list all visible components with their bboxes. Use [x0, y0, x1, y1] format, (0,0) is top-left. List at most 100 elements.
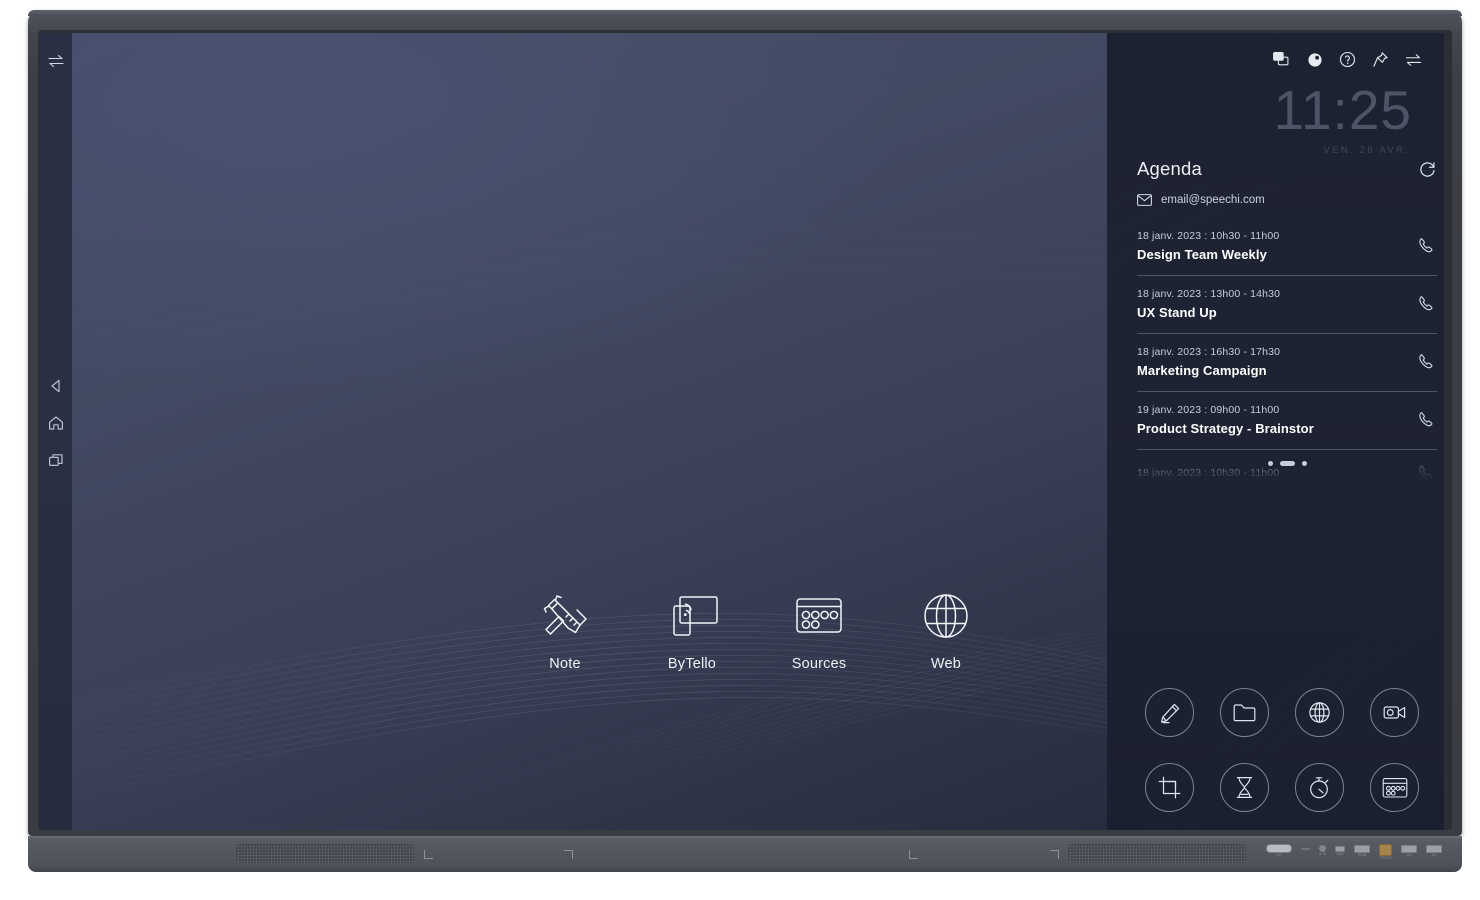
agenda-event-row[interactable]: 18 janv. 2023 : 16h30 - 17h30 Marketing … — [1137, 334, 1437, 392]
app-shortcut-note[interactable]: Note — [530, 588, 600, 672]
refresh-icon[interactable] — [1418, 160, 1437, 179]
agenda-event-row[interactable]: 18 janv. 2023 : 13h00 - 14h30 UX Stand U… — [1137, 276, 1437, 334]
left-navigation-rail — [40, 33, 72, 830]
interactive-display-device: 11:25 VEN. 28 AVR. Agenda email@speechi.… — [28, 10, 1462, 872]
pagination-dot[interactable] — [1301, 461, 1307, 466]
power-port-icon — [1266, 844, 1292, 853]
status-bar — [1273, 51, 1422, 68]
video-camera-icon — [1382, 700, 1407, 725]
bezel-bracket-mark — [1050, 850, 1059, 859]
phone-icon[interactable] — [1415, 409, 1437, 431]
clock-widget: 11:25 VEN. 28 AVR. — [1178, 79, 1418, 157]
app-shortcut-bytello[interactable]: ByTello — [657, 588, 727, 672]
globe-icon — [1307, 700, 1332, 725]
event-title: UX Stand Up — [1137, 305, 1217, 320]
port-label: USB — [1336, 852, 1344, 856]
port-panel: PC A-IN USB HDMI TOUCH U1 U2 — [1266, 844, 1443, 866]
agenda-widget: Agenda email@speechi.com 18 janv. 2023:… — [1137, 158, 1437, 488]
globe-icon — [918, 588, 974, 644]
touch-port: TOUCH — [1379, 844, 1393, 860]
app-shortcut-row: Note ByTello Sources Web — [530, 588, 981, 672]
usb-port-icon — [1401, 845, 1418, 853]
usb-a-port-2: U2 — [1426, 844, 1443, 857]
hdmi-port: HDMI — [1354, 844, 1371, 857]
browser-tool[interactable] — [1295, 688, 1344, 737]
bezel-bracket-mark — [424, 850, 433, 859]
sources-panel-icon — [791, 588, 847, 644]
swap-arrows-icon[interactable] — [1405, 51, 1422, 68]
record-tool[interactable] — [1370, 688, 1419, 737]
app-shortcut-sources[interactable]: Sources — [784, 588, 854, 672]
agenda-event-row[interactable]: 18 janv. 2023 : 10h30 - 11h00 — [1137, 450, 1437, 488]
power-port: PC — [1266, 844, 1292, 857]
agenda-title: Agenda — [1137, 158, 1202, 179]
usb-a-port-1: U1 — [1401, 844, 1418, 857]
phone-icon[interactable] — [1415, 293, 1437, 315]
touch-port-icon — [1379, 844, 1393, 856]
hdmi-port-icon — [1354, 845, 1371, 853]
pen-ruler-icon — [537, 588, 593, 644]
event-title: Product Strategy - Brainstor — [1137, 421, 1314, 436]
sidebar-item-home[interactable] — [46, 413, 66, 433]
agenda-event-row[interactable]: 19 janv. 2023 : 09h00 - 11h00 Product St… — [1137, 392, 1437, 450]
port-label: U2 — [1431, 853, 1437, 857]
swap-arrows-icon[interactable] — [46, 51, 66, 71]
phone-icon[interactable] — [1415, 235, 1437, 257]
sidebar-item-back[interactable] — [46, 376, 66, 396]
crop-tool[interactable] — [1145, 763, 1194, 812]
brightness-icon[interactable] — [1306, 51, 1323, 68]
event-time: 19 janv. 2023 : 09h00 - 11h00 — [1137, 404, 1280, 416]
port-label: A-IN — [1319, 852, 1327, 856]
screen-cast-icon — [664, 588, 720, 644]
app-label: Web — [930, 656, 962, 672]
phone-icon[interactable] — [1415, 351, 1437, 373]
clock-time: 11:25 — [1273, 79, 1412, 141]
agenda-account-row: email@speechi.com — [1137, 194, 1437, 206]
bottom-bezel: PC A-IN USB HDMI TOUCH U1 U2 — [28, 836, 1462, 872]
agenda-email: email@speechi.com — [1161, 194, 1265, 206]
app-label: Sources — [791, 656, 847, 672]
bezel-bracket-mark — [564, 850, 573, 859]
agenda-pagination[interactable] — [1137, 461, 1437, 466]
multi-window-icon[interactable] — [1273, 51, 1290, 68]
annotate-tool[interactable] — [1145, 688, 1194, 737]
pagination-dot-active[interactable] — [1279, 461, 1295, 466]
sidebar-item-recents[interactable] — [46, 450, 66, 470]
dash-port — [1301, 844, 1310, 851]
speaker-grille-right — [1068, 844, 1246, 863]
display-screen: 11:25 VEN. 28 AVR. Agenda email@speechi.… — [40, 33, 1444, 830]
quick-tools-grid — [1145, 688, 1419, 812]
bezel-bracket-mark — [909, 850, 918, 859]
help-icon[interactable] — [1339, 51, 1356, 68]
usb-port-icon — [1426, 845, 1443, 853]
port-label: PC — [1276, 853, 1282, 857]
event-time: 18 janv. 2023 : 10h30 - 11h00 — [1137, 467, 1280, 479]
pagination-dot[interactable] — [1267, 461, 1273, 466]
hourglass-icon — [1232, 775, 1257, 800]
stopwatch-tool[interactable] — [1295, 763, 1344, 812]
app-label: ByTello — [667, 656, 717, 672]
app-shortcut-web[interactable]: Web — [911, 588, 981, 672]
app-label: Note — [549, 656, 581, 672]
files-tool[interactable] — [1220, 688, 1269, 737]
folder-icon — [1232, 700, 1257, 725]
agenda-event-list: 18 janv. 2023 : 10h30 - 11h00 Design Tea… — [1137, 218, 1437, 488]
micro-usb-port: USB — [1335, 844, 1346, 856]
envelope-icon — [1137, 194, 1152, 206]
event-time: 18 janv. 2023 : 13h00 - 14h30 — [1137, 288, 1281, 300]
hourglass-tool[interactable] — [1220, 763, 1269, 812]
port-label: HDMI — [1357, 853, 1367, 857]
audio-jack-icon — [1319, 845, 1327, 852]
chassis-top-edge — [28, 10, 1462, 16]
crop-icon — [1157, 775, 1182, 800]
event-title: Design Team Weekly — [1137, 247, 1267, 262]
agenda-event-row[interactable]: 18 janv. 2023 : 10h30 - 11h00 Design Tea… — [1137, 218, 1437, 276]
pin-icon[interactable] — [1372, 51, 1389, 68]
agenda-header: Agenda — [1137, 158, 1437, 180]
stopwatch-icon — [1307, 775, 1332, 800]
event-title: Marketing Campaign — [1137, 363, 1267, 378]
speaker-grille-left — [236, 844, 414, 863]
sources-tool[interactable] — [1370, 763, 1419, 812]
clock-date: VEN. 28 AVR. — [1323, 145, 1410, 156]
audio-jack-port: A-IN — [1319, 844, 1327, 856]
